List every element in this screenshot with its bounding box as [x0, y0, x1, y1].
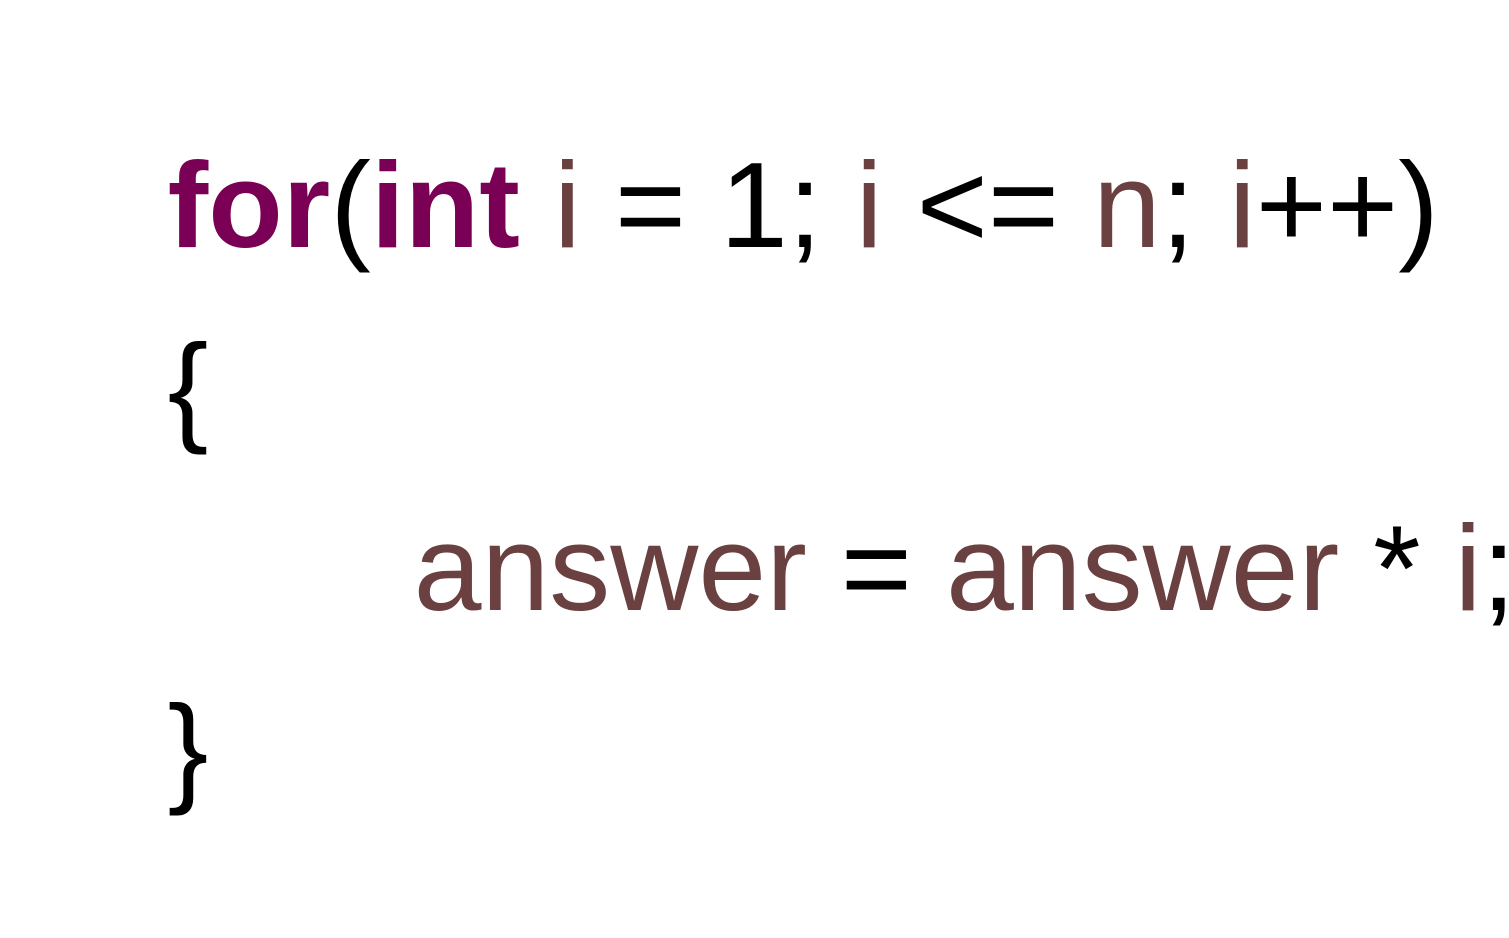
code-snippet: for(int i = 1; i <= n; i++) { answer = a…	[0, 0, 1509, 809]
keyword-int: int	[370, 137, 520, 273]
identifier-i: i	[855, 137, 883, 273]
assignment-operator: =	[806, 500, 946, 636]
identifier-n: n	[1093, 137, 1161, 273]
increment-close-paren: ++)	[1255, 137, 1439, 273]
comparison-operator: <=	[882, 137, 1094, 273]
semicolon: ;	[1482, 500, 1509, 636]
identifier-i: i	[1228, 137, 1256, 273]
open-brace: {	[167, 319, 209, 455]
identifier-answer: answer	[945, 500, 1340, 636]
identifier-i: i	[553, 137, 581, 273]
code-line-for-header: for(int i = 1; i <= n; i++)	[32, 22, 1439, 388]
identifier-i: i	[1454, 500, 1482, 636]
identifier-answer: answer	[413, 500, 807, 636]
code-line-open-brace: {	[32, 204, 209, 570]
multiply-operator: *	[1339, 500, 1455, 636]
code-line-loop-body: answer = answer * i;	[278, 385, 1509, 751]
open-paren: (	[330, 137, 371, 273]
init-assignment: = 1;	[580, 137, 856, 273]
code-line-close-brace: }	[32, 565, 209, 931]
semicolon: ;	[1160, 137, 1229, 273]
close-brace: }	[167, 680, 209, 816]
